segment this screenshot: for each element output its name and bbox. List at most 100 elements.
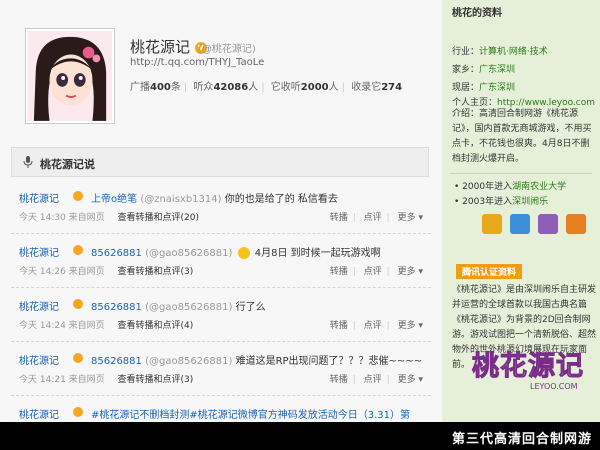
- mention-handle: (@znaisxb1314): [140, 194, 222, 205]
- post-body: 85626881 (@gao85626881) 行了么: [91, 298, 426, 313]
- comment-button[interactable]: 点评: [364, 267, 382, 277]
- mention-link[interactable]: 85626881: [91, 248, 142, 259]
- post-actions: 转播 | 点评 | 更多 ▾: [329, 213, 423, 223]
- mention-handle: (@gao85626881): [145, 356, 233, 367]
- sidebar-title: 桃花的资料: [452, 8, 502, 19]
- profile-avatar[interactable]: [25, 28, 115, 124]
- main-panel: 桃花源记 v (@桃花源记) http://t.qq.com/THYJ_TaoL…: [0, 0, 442, 422]
- sidebar-row-industry: 行业：计算机·网络·技术: [452, 47, 548, 57]
- post-author[interactable]: 桃花源记: [19, 190, 59, 205]
- chevron-down-icon[interactable]: ▾: [418, 213, 423, 223]
- emoji-icon: [237, 247, 250, 259]
- view-replies-link[interactable]: 查看转播和点评(3): [118, 375, 194, 385]
- post-meta: 今天 14:26 来自网页 查看转播和点评(3): [19, 264, 193, 277]
- post-feed: 桃花源记 上帝o绝笔 (@znaisxb1314) 你的也是给了的 私信看去 今…: [11, 180, 431, 422]
- profile-name-text: 桃花源记: [130, 38, 191, 56]
- verified-icon: [73, 245, 83, 255]
- post-body: 85626881 (@gao85626881) 难道这是RP出现问题了？？？悲催…: [91, 352, 426, 367]
- stat-following[interactable]: 它收听2000人: [271, 82, 339, 93]
- mention-handle: (@gao85626881): [145, 302, 233, 313]
- phone-icon[interactable]: [510, 214, 530, 234]
- stat-listeners[interactable]: 听众42086人: [193, 82, 258, 93]
- post-author[interactable]: 桃花源记: [19, 406, 59, 421]
- post-author[interactable]: 桃花源记: [19, 244, 59, 259]
- education-item: • 2000年进入湖南农业大学: [454, 182, 567, 192]
- post-author[interactable]: 桃花源记: [19, 352, 59, 367]
- divider: [450, 173, 592, 174]
- repost-button[interactable]: 转播: [330, 375, 348, 385]
- post-time: 今天 14:26 来自网页: [19, 267, 105, 277]
- sidebar-row-hometown: 家乡：广东深圳: [452, 65, 516, 75]
- logo-text: 桃花源记: [472, 351, 584, 383]
- profile-url[interactable]: http://t.qq.com/THYJ_TaoLe: [130, 57, 264, 68]
- post-text[interactable]: #桃花源记不删档封测#桃花源记微博官方神码发放活动今日（3.31）第: [91, 410, 410, 421]
- post-item: 桃花源记 85626881 (@gao85626881) 行了么 今天 14:2…: [11, 288, 431, 342]
- pencil-icon[interactable]: [538, 214, 558, 234]
- verified-icon: [73, 353, 83, 363]
- post-body: 上帝o绝笔 (@znaisxb1314) 你的也是给了的 私信看去: [91, 190, 426, 205]
- post-actions: 转播 | 点评 | 更多 ▾: [329, 375, 423, 385]
- comment-button[interactable]: 点评: [364, 321, 382, 331]
- microphone-icon: [23, 156, 33, 168]
- more-button[interactable]: 更多: [398, 375, 416, 385]
- post-body: 85626881 (@gao85626881) 4月8日 到时候一起玩游戏啊: [91, 244, 426, 259]
- footer-bar: 第三代高清回合制网游: [0, 422, 600, 450]
- footer-slogan: 第三代高清回合制网游: [451, 432, 592, 447]
- more-button[interactable]: 更多: [398, 321, 416, 331]
- post-actions: 转播 | 点评 | 更多 ▾: [329, 321, 423, 331]
- post-meta: 今天 14:21 来自网页 查看转播和点评(3): [19, 372, 193, 385]
- post-time: 今天 14:21 来自网页: [19, 375, 105, 385]
- post-meta: 今天 14:24 来自网页 查看转播和点评(4): [19, 318, 193, 331]
- chat-icon[interactable]: [566, 214, 586, 234]
- avatar-image: [28, 31, 112, 121]
- comment-button[interactable]: 点评: [364, 375, 382, 385]
- profile-handle: (@桃花源记): [198, 44, 256, 55]
- verified-icon: [73, 299, 83, 309]
- post-item: 桃花源记 #桃花源记不删档封测#桃花源记微博官方神码发放活动今日（3.31）第: [11, 396, 431, 422]
- post-time: 今天 14:30 来自网页: [19, 213, 105, 223]
- repost-button[interactable]: 转播: [330, 267, 348, 277]
- mention-link[interactable]: 上帝o绝笔: [91, 194, 137, 205]
- chevron-down-icon[interactable]: ▾: [418, 267, 423, 277]
- view-replies-link[interactable]: 查看转播和点评(4): [118, 321, 194, 331]
- post-item: 桃花源记 85626881 (@gao85626881) 难道这是RP出现问题了…: [11, 342, 431, 396]
- education-item: • 2003年进入深圳闹乐: [454, 197, 549, 207]
- repost-button[interactable]: 转播: [330, 321, 348, 331]
- post-item: 桃花源记 85626881 (@gao85626881) 4月8日 到时候一起玩…: [11, 234, 431, 288]
- verified-icon: [73, 407, 83, 417]
- mention-handle: (@gao85626881): [145, 248, 233, 259]
- verified-icon: [73, 191, 83, 201]
- face-icon[interactable]: [482, 214, 502, 234]
- post-body: #桃花源记不删档封测#桃花源记微博官方神码发放活动今日（3.31）第: [91, 406, 426, 421]
- post-author[interactable]: 桃花源记: [19, 298, 59, 313]
- repost-button[interactable]: 转播: [330, 213, 348, 223]
- chevron-down-icon[interactable]: ▾: [418, 375, 423, 385]
- stat-collected[interactable]: 收录它274: [351, 82, 402, 93]
- post-actions: 转播 | 点评 | 更多 ▾: [329, 267, 423, 277]
- logo-subtext: LEYOO.COM: [530, 382, 578, 391]
- mention-link[interactable]: 85626881: [91, 356, 142, 367]
- post-meta: 今天 14:30 来自网页 查看转播和点评(20): [19, 210, 199, 223]
- screen-frame: 桃花源记 v (@桃花源记) http://t.qq.com/THYJ_TaoL…: [0, 0, 600, 450]
- comment-button[interactable]: 点评: [364, 213, 382, 223]
- view-replies-link[interactable]: 查看转播和点评(20): [118, 213, 199, 223]
- sidebar-intro: 介绍：高清回合制网游《桃花源记》，国内首款无商城游戏，不用买点卡，不花钱也很爽。…: [452, 109, 592, 164]
- verify-title-badge: 腾讯认证资料: [456, 264, 523, 279]
- post-text: 行了么: [235, 302, 266, 313]
- more-button[interactable]: 更多: [398, 267, 416, 277]
- stat-broadcasts[interactable]: 广播400条: [130, 82, 181, 93]
- profile-stats: 广播400条 | 听众42086人 | 它收听2000人 | 收录它274: [130, 82, 403, 93]
- profile-name: 桃花源记 v: [130, 36, 207, 57]
- post-item: 桃花源记 上帝o绝笔 (@znaisxb1314) 你的也是给了的 私信看去 今…: [11, 180, 431, 234]
- more-button[interactable]: 更多: [398, 213, 416, 223]
- section-title: 桃花源记说: [40, 158, 95, 171]
- chevron-down-icon[interactable]: ▾: [418, 321, 423, 331]
- post-text: 你的也是给了的 私信看去: [224, 194, 338, 205]
- mention-link[interactable]: 85626881: [91, 302, 142, 313]
- post-text: 4月8日 到时候一起玩游戏啊: [254, 248, 381, 259]
- game-logo: 桃花源记 LEYOO.COM: [462, 340, 598, 404]
- sidebar-icon-row: [482, 214, 597, 238]
- view-replies-link[interactable]: 查看转播和点评(3): [118, 267, 194, 277]
- section-header: 桃花源记说: [11, 147, 429, 177]
- post-time: 今天 14:24 来自网页: [19, 321, 105, 331]
